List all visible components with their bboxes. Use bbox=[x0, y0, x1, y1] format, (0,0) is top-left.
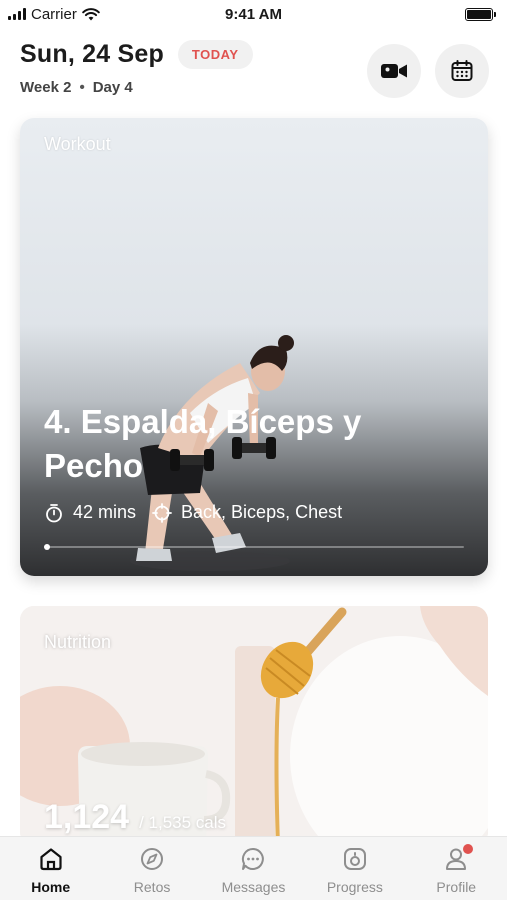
duration-item: 42 mins bbox=[44, 502, 136, 523]
video-camera-icon bbox=[381, 64, 407, 78]
notification-dot bbox=[463, 844, 474, 854]
tab-home-label: Home bbox=[31, 879, 71, 895]
profile-icon bbox=[442, 844, 474, 873]
progress-icon bbox=[341, 845, 369, 873]
tab-messages[interactable]: Messages bbox=[208, 845, 298, 895]
carrier-name: Carrier bbox=[31, 5, 77, 23]
calories-consumed: 1,124 bbox=[44, 798, 130, 836]
signal-icon bbox=[8, 8, 26, 20]
workout-progress-track bbox=[44, 544, 464, 550]
workout-title: 4. Espalda, Bíceps y Pecho bbox=[44, 403, 362, 484]
tab-profile[interactable]: Profile bbox=[411, 844, 501, 895]
crosshair-icon bbox=[152, 502, 172, 523]
tab-retos[interactable]: Retos bbox=[107, 845, 197, 895]
page-title: Sun, 24 Sep bbox=[20, 40, 164, 68]
stopwatch-icon bbox=[46, 503, 62, 522]
chat-bubble-icon bbox=[239, 845, 267, 873]
targets-text: Back, Biceps, Chest bbox=[181, 502, 343, 522]
header: Sun, 24 Sep TODAY Week 2 • Day 4 bbox=[20, 40, 489, 104]
duration-text: 42 mins bbox=[73, 502, 137, 522]
calories-row: 1,124 / 1,535 cals bbox=[44, 798, 226, 837]
nutrition-card[interactable]: Nutrition 1,124 / 1,535 cals bbox=[20, 606, 488, 846]
workout-card-label: Workout bbox=[44, 134, 111, 154]
calendar-icon bbox=[451, 60, 473, 81]
targets-item: Back, Biceps, Chest bbox=[152, 502, 342, 523]
today-badge[interactable]: TODAY bbox=[177, 40, 253, 69]
nutrition-card-label: Nutrition bbox=[44, 632, 112, 652]
battery-icon bbox=[465, 7, 496, 21]
tab-profile-label: Profile bbox=[436, 879, 477, 895]
calendar-button[interactable] bbox=[435, 44, 489, 98]
tab-progress-label: Progress bbox=[326, 879, 383, 895]
tab-messages-label: Messages bbox=[221, 879, 286, 895]
tab-home[interactable]: Home bbox=[6, 845, 96, 895]
week-label: Week 2 bbox=[20, 79, 72, 96]
tab-progress[interactable]: Progress bbox=[310, 845, 400, 895]
separator-dot: • bbox=[79, 79, 85, 96]
calories-target: / 1,535 cals bbox=[139, 813, 227, 832]
workout-progress-indicator bbox=[44, 544, 50, 550]
wifi-icon bbox=[82, 7, 100, 20]
compass-icon bbox=[138, 845, 166, 873]
tab-bar: Home Retos Messages Progress Profile bbox=[0, 836, 507, 900]
day-label: Day 4 bbox=[92, 79, 133, 96]
status-bar: Carrier 9:41 AM bbox=[0, 0, 507, 28]
workout-card[interactable]: Workout 4. Espalda, Bíceps y Pecho 42 mi… bbox=[20, 118, 488, 576]
workout-meta: 42 mins Back, Biceps, Chest bbox=[44, 502, 342, 523]
tab-retos-label: Retos bbox=[133, 879, 171, 895]
home-icon bbox=[37, 845, 65, 873]
status-left: Carrier bbox=[8, 6, 100, 23]
video-button[interactable] bbox=[367, 44, 421, 98]
